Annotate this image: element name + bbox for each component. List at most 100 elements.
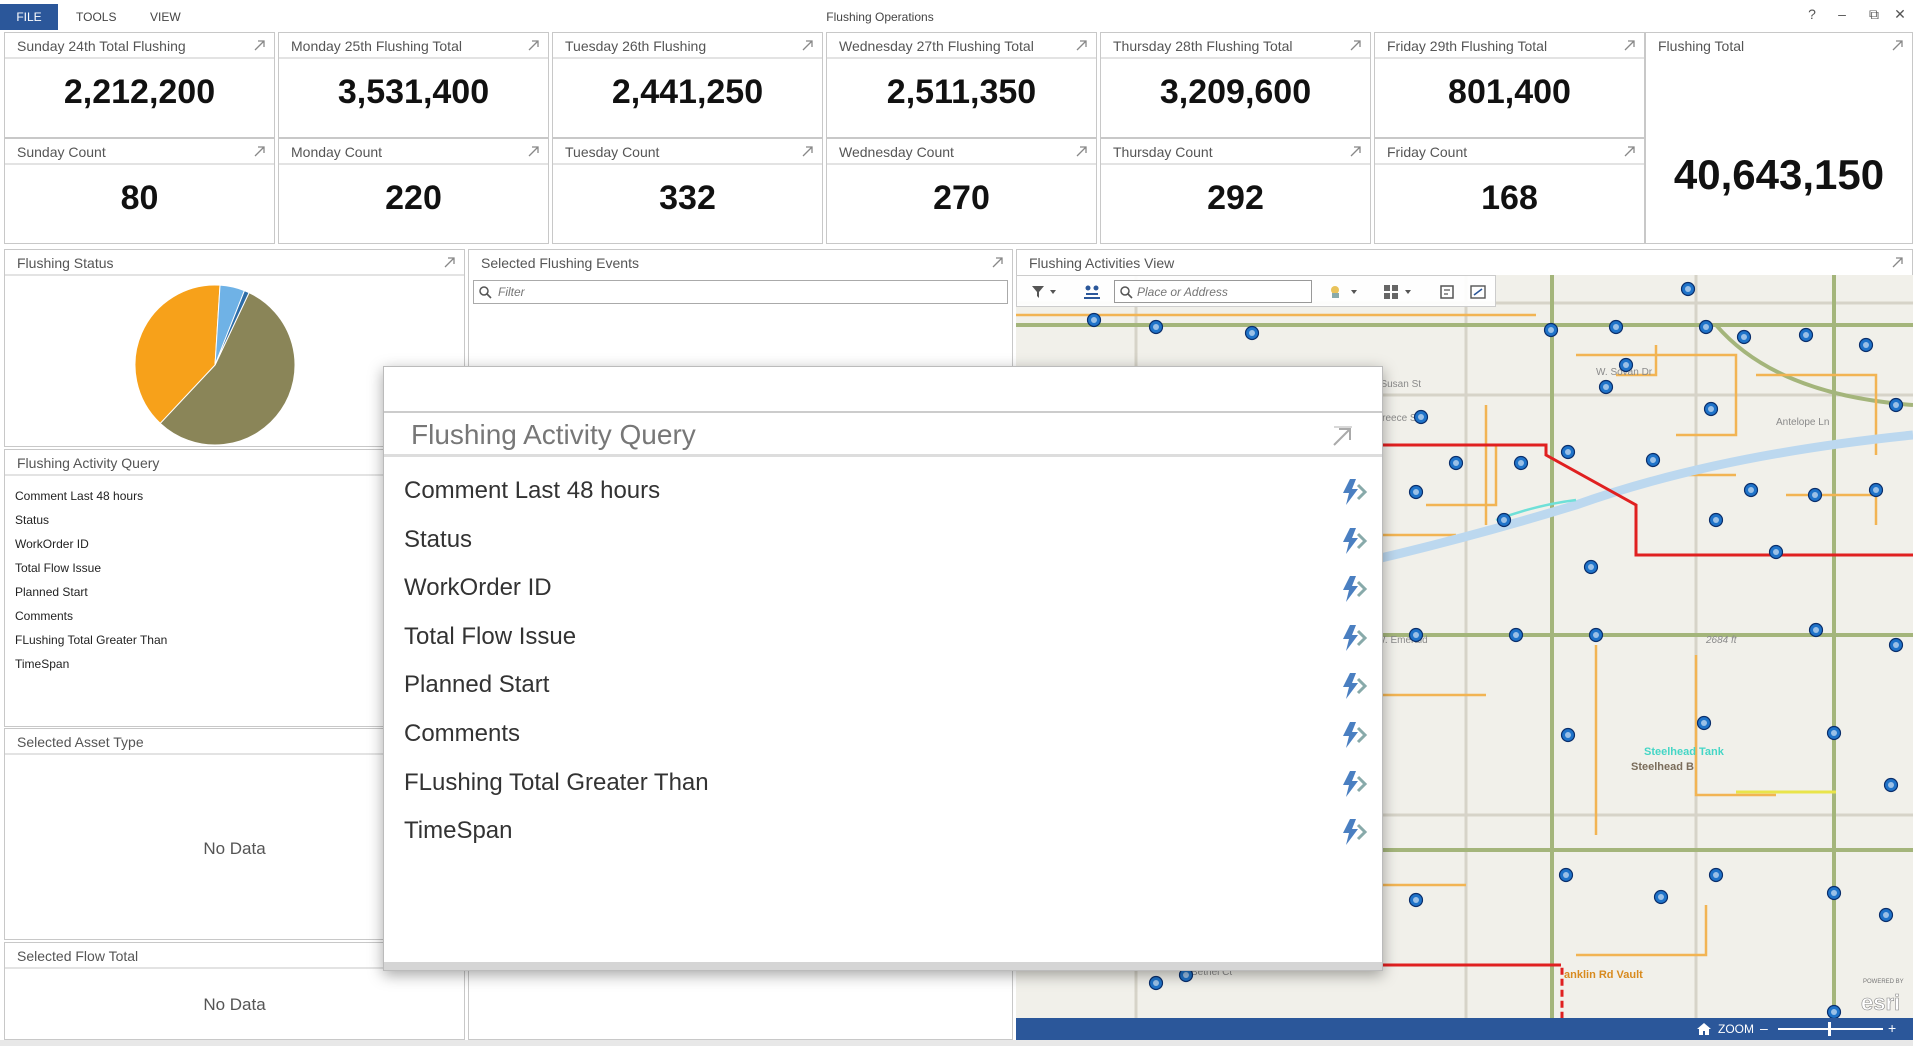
query-item[interactable]: Planned Start [15,580,167,604]
hydrant-marker-glyph [1713,872,1719,878]
run-query-icon[interactable] [1338,769,1368,799]
daily-count-card: Thursday Count 292 [1100,138,1371,244]
search-icon [479,286,492,299]
expand-icon[interactable] [1076,145,1088,157]
run-query-icon[interactable] [1338,720,1368,750]
hydrant-marker-glyph [1831,1009,1837,1015]
street-label: Antelope Ln [1776,417,1829,428]
overlay-query-item[interactable]: Planned Start [404,661,1368,710]
overlay-title-text: Flushing Activity Query [411,419,696,450]
zoom-in-button[interactable]: + [1888,1020,1896,1036]
expand-icon[interactable] [1076,39,1088,51]
query-item[interactable]: FLushing Total Greater Than [15,628,167,652]
expand-icon[interactable] [802,145,814,157]
card-title: Thursday 28th Flushing Total [1101,33,1370,59]
overlay-query-item[interactable]: WorkOrder ID [404,564,1368,613]
measure-icon[interactable] [1469,283,1487,301]
query-item[interactable]: WorkOrder ID [15,532,167,556]
hydrant-marker-glyph [1593,632,1599,638]
daily-total-card: Wednesday 27th Flushing Total 2,511,350 [826,32,1097,138]
expand-icon[interactable] [802,39,814,51]
search-icon [1120,286,1133,299]
map-search-input[interactable] [1137,281,1307,302]
basemap-icon[interactable] [1383,284,1417,300]
close-button[interactable]: ✕ [1888,6,1912,23]
daily-count-card: Sunday Count 80 [4,138,275,244]
run-query-icon[interactable] [1338,477,1368,507]
expand-icon[interactable] [528,145,540,157]
daily-total-value: 2,511,350 [886,73,1037,111]
map-label: Steelhead B [1631,761,1694,773]
overlay-query-item[interactable]: Status [404,516,1368,565]
daily-count-value: 332 [659,179,716,217]
hydrant-marker-glyph [1548,327,1554,333]
daily-count-card: Wednesday Count 270 [826,138,1097,244]
expand-icon[interactable] [992,256,1004,268]
daily-count-value: 168 [1481,179,1538,217]
hydrant-marker-glyph [1831,890,1837,896]
expand-icon[interactable] [254,39,266,51]
app-title: Flushing Operations [826,10,934,24]
query-item[interactable]: Comments [15,604,167,628]
expand-icon[interactable] [1332,425,1354,447]
overlay-query-label: WorkOrder ID [404,574,552,602]
expand-icon[interactable] [528,39,540,51]
map-label: anklin Rd Vault [1564,969,1643,981]
minimize-button[interactable]: – [1830,6,1854,22]
hydrant-marker-glyph [1413,632,1419,638]
map-search-box [1114,280,1312,303]
expand-icon[interactable] [1892,39,1904,51]
daily-total-card: Tuesday 26th Flushing 2,441,250 [552,32,823,138]
elevation-label: 2684 ft [1705,635,1738,646]
home-icon[interactable] [1696,1022,1712,1036]
query-item[interactable]: TimeSpan [15,652,167,676]
run-query-icon[interactable] [1338,526,1368,556]
expand-icon[interactable] [1350,39,1362,51]
zoom-out-button[interactable]: – [1760,1020,1768,1036]
overlay-query-item[interactable]: Total Flow Issue [404,613,1368,662]
daily-total-value: 3,531,400 [337,73,490,111]
select-features-icon[interactable] [1329,284,1361,300]
daily-total-value: 3,209,600 [1159,73,1312,111]
filter-icon[interactable] [1031,285,1057,299]
run-query-icon[interactable] [1338,623,1368,653]
expand-icon[interactable] [1350,145,1362,157]
overlay-query-label: Comment Last 48 hours [404,477,661,504]
overlay-query-item[interactable]: TimeSpan [404,807,1368,856]
expand-icon[interactable] [444,256,456,268]
powered-by-label: POWERED BY [1863,979,1904,985]
expand-icon[interactable] [1892,256,1904,268]
expand-icon[interactable] [254,145,266,157]
overlay-query-item[interactable]: FLushing Total Greater Than [404,759,1368,808]
hydrant-marker-glyph [1685,286,1691,292]
status-pie-chart[interactable] [133,283,297,447]
overlay-query-item[interactable]: Comment Last 48 hours [404,467,1368,516]
zoom-slider-thumb[interactable] [1828,1022,1831,1036]
legend-icon[interactable] [1439,284,1455,300]
hydrant-marker-glyph [1565,449,1571,455]
run-query-icon[interactable] [1338,574,1368,604]
overlay-query-item[interactable]: Comments [404,710,1368,759]
card-title: Friday 29th Flushing Total [1375,33,1644,59]
query-item[interactable]: Status [15,508,167,532]
query-item[interactable]: Comment Last 48 hours [15,484,167,508]
query-item[interactable]: Total Flow Issue [15,556,167,580]
daily-count-value: 270 [933,179,990,217]
daily-total-card: Monday 25th Flushing Total 3,531,400 [278,32,549,138]
card-title: Wednesday Count [827,139,1096,165]
daily-total-card: Sunday 24th Total Flushing 2,212,200 [4,32,275,138]
esri-logo: esri [1861,990,1900,1015]
layers-icon[interactable] [1083,284,1101,300]
run-query-icon[interactable] [1338,671,1368,701]
overlay-title: Flushing Activity Query [384,411,1382,457]
restore-button[interactable]: ⧉ [1862,6,1886,23]
overlay-query-list: Comment Last 48 hours Status WorkOrder I… [404,467,1368,856]
overlay-query-label: TimeSpan [404,817,513,845]
overlay-query-label: FLushing Total Greater Than [404,768,709,796]
expand-icon[interactable] [1624,39,1636,51]
help-icon[interactable]: ? [1800,6,1824,22]
card-title: Monday Count [279,139,548,165]
run-query-icon[interactable] [1338,817,1368,847]
filter-input[interactable] [498,281,978,303]
expand-icon[interactable] [1624,145,1636,157]
